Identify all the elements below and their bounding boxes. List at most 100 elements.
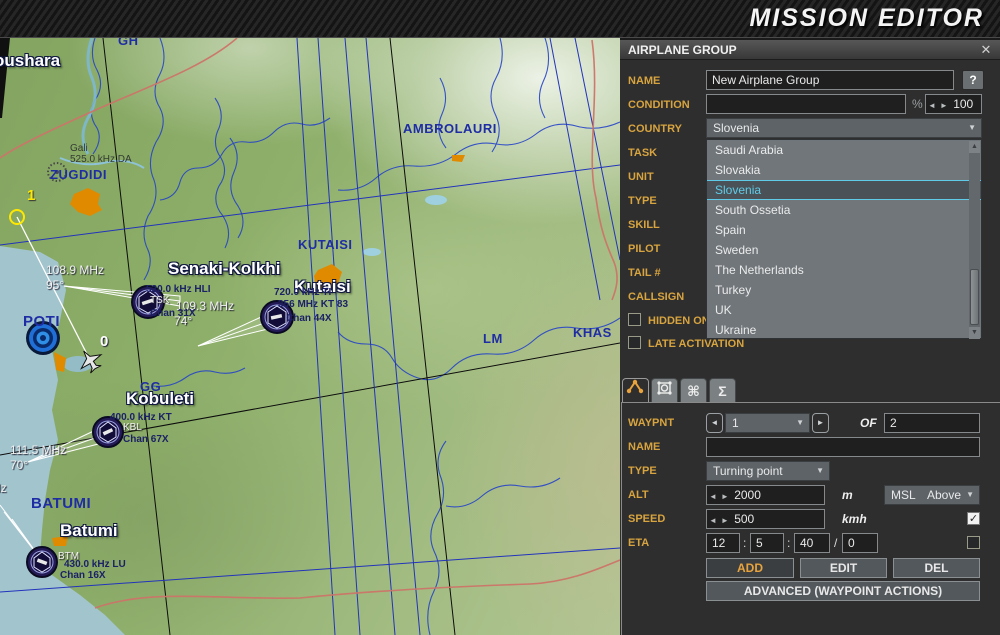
spinner-right-icon[interactable]: ► — [719, 516, 731, 525]
skill-label: SKILL — [628, 215, 660, 235]
country-options: Saudi ArabiaSlovakiaSloveniaSouth Osseti… — [707, 140, 981, 340]
waypoint-number-value: 1 — [732, 416, 739, 430]
task-label: TASK — [628, 143, 657, 163]
probability-spinner[interactable]: ◄► 100 — [925, 94, 982, 114]
rivers — [91, 38, 620, 635]
wp-name-label: NAME — [628, 437, 660, 457]
map-label: KBL — [123, 423, 142, 434]
eta-hours-input[interactable]: 12 — [706, 533, 740, 553]
lake — [363, 248, 381, 256]
eta-day-input[interactable]: 0 — [842, 533, 878, 553]
map-label: oushara — [0, 52, 60, 70]
name-label: NAME — [628, 71, 660, 91]
alt-spinner[interactable]: ◄► 2000 — [706, 485, 825, 505]
spinner-right-icon[interactable]: ► — [719, 492, 731, 501]
map-label: Chan 67X — [123, 435, 169, 446]
close-icon[interactable]: ✕ — [978, 40, 994, 60]
condition-input[interactable] — [706, 94, 906, 114]
map-label: 0 — [100, 334, 108, 350]
type-label: TYPE — [628, 191, 657, 211]
tail-label: TAIL # — [628, 263, 661, 283]
alt-unit-label: m — [842, 485, 853, 505]
late-activation-checkbox[interactable] — [628, 336, 641, 349]
scroll-down-icon[interactable]: ▼ — [969, 327, 980, 339]
waypoint-number-select[interactable]: 1 ▼ — [725, 413, 810, 433]
waypoint-total-field: 2 — [884, 413, 980, 433]
map-canvas[interactable]: ousharaGHGali525.0 kHz DAZUGDIDIAMBROLAU… — [0, 38, 620, 635]
spinner-right-icon[interactable]: ► — [938, 101, 950, 110]
speed-label: SPEED — [628, 509, 665, 529]
add-button[interactable]: ADD — [706, 558, 794, 578]
dropdown-scrollbar[interactable]: ▲ ▼ — [969, 141, 980, 339]
country-option[interactable]: Saudi Arabia — [707, 140, 981, 160]
waypnt-label: WAYPNT — [628, 413, 674, 433]
app-title: MISSION EDITOR — [749, 4, 984, 33]
country-option[interactable]: Turkey — [707, 280, 981, 300]
airfield-batumi[interactable] — [27, 547, 57, 577]
map-edge — [0, 38, 10, 118]
waypoint-next-button[interactable]: ► — [812, 413, 829, 433]
graticule-black — [0, 38, 620, 635]
eta-lock-checkbox[interactable] — [967, 536, 980, 549]
hidden-on-map-checkbox[interactable] — [628, 313, 641, 326]
edit-button[interactable]: EDIT — [800, 558, 887, 578]
map-label: 95° — [46, 279, 64, 292]
unit-label: UNIT — [628, 167, 654, 187]
command-icon: ⌘ — [687, 383, 700, 399]
eta-separator: : — [787, 533, 790, 553]
country-option[interactable]: Slovenia — [707, 180, 981, 200]
alt-reference-select[interactable]: MSL Above ▼ — [884, 485, 980, 505]
scroll-up-icon[interactable]: ▲ — [969, 141, 980, 153]
scrollbar-thumb[interactable] — [970, 269, 979, 325]
chevron-down-icon: ▼ — [966, 486, 974, 504]
chevron-down-icon: ▼ — [816, 462, 824, 480]
spinner-left-icon[interactable]: ◄ — [926, 101, 938, 110]
alt-value: 2000 — [734, 488, 761, 502]
tab-route[interactable] — [622, 378, 649, 403]
eta-separator: / — [834, 533, 837, 553]
tab-group[interactable] — [651, 378, 678, 403]
country-select[interactable]: Slovenia ▼ — [706, 118, 982, 138]
map-label: Senaki-Kolkhi — [168, 260, 280, 278]
eta-label: ETA — [628, 533, 649, 553]
spinner-left-icon[interactable]: ◄ — [707, 516, 719, 525]
alt-label: ALT — [628, 485, 649, 505]
help-button[interactable]: ? — [962, 70, 984, 90]
country-option[interactable]: Sweden — [707, 240, 981, 260]
country-dropdown-list: Saudi ArabiaSlovakiaSloveniaSouth Osseti… — [706, 139, 982, 339]
eta-seconds-input[interactable]: 40 — [794, 533, 830, 553]
wp-name-input[interactable] — [706, 437, 980, 457]
advanced-waypoint-actions-button[interactable]: ADVANCED (WAYPOINT ACTIONS) — [706, 581, 980, 601]
eta-minutes-input[interactable]: 5 — [750, 533, 784, 553]
wp-type-value: Turning point — [713, 464, 783, 478]
spinner-left-icon[interactable]: ◄ — [707, 492, 719, 501]
map-label: 74° — [174, 315, 192, 328]
country-option[interactable]: The Netherlands — [707, 260, 981, 280]
map-label: Gali — [70, 144, 88, 155]
panel-title[interactable]: AIRPLANE GROUP — [620, 40, 1000, 60]
del-button[interactable]: DEL — [893, 558, 980, 578]
country-option[interactable]: UK — [707, 300, 981, 320]
title-bar: MISSION EDITOR — [0, 0, 1000, 38]
map-label: TSK — [150, 296, 169, 307]
country-option[interactable]: Ukraine — [707, 320, 981, 340]
pilot-label: PILOT — [628, 239, 660, 259]
speed-lock-checkbox[interactable]: ✓ — [967, 512, 980, 525]
map-label: BATUMI — [31, 496, 91, 512]
map-label: Kobuleti — [126, 390, 194, 408]
map-label: POTI — [23, 314, 60, 330]
hidden-on-map-label: HIDDEN ON — [648, 314, 710, 328]
callsign-label: CALLSIGN — [628, 287, 684, 307]
waypoint-prev-button[interactable]: ◄ — [706, 413, 723, 433]
map-label: LM — [483, 332, 503, 346]
tab-actions[interactable]: ⌘ — [680, 378, 707, 403]
speed-spinner[interactable]: ◄► 500 — [706, 509, 825, 529]
airplane-group-panel: AIRPLANE GROUP ✕ NAME CONDITION COUNTRY … — [620, 40, 1000, 635]
wp-type-select[interactable]: Turning point ▼ — [706, 461, 830, 481]
urban-areas — [52, 155, 465, 546]
tab-summary[interactable]: Σ — [709, 378, 736, 403]
country-option[interactable]: South Ossetia — [707, 200, 981, 220]
country-option[interactable]: Slovakia — [707, 160, 981, 180]
group-name-input[interactable]: New Airplane Group — [706, 70, 954, 90]
country-option[interactable]: Spain — [707, 220, 981, 240]
